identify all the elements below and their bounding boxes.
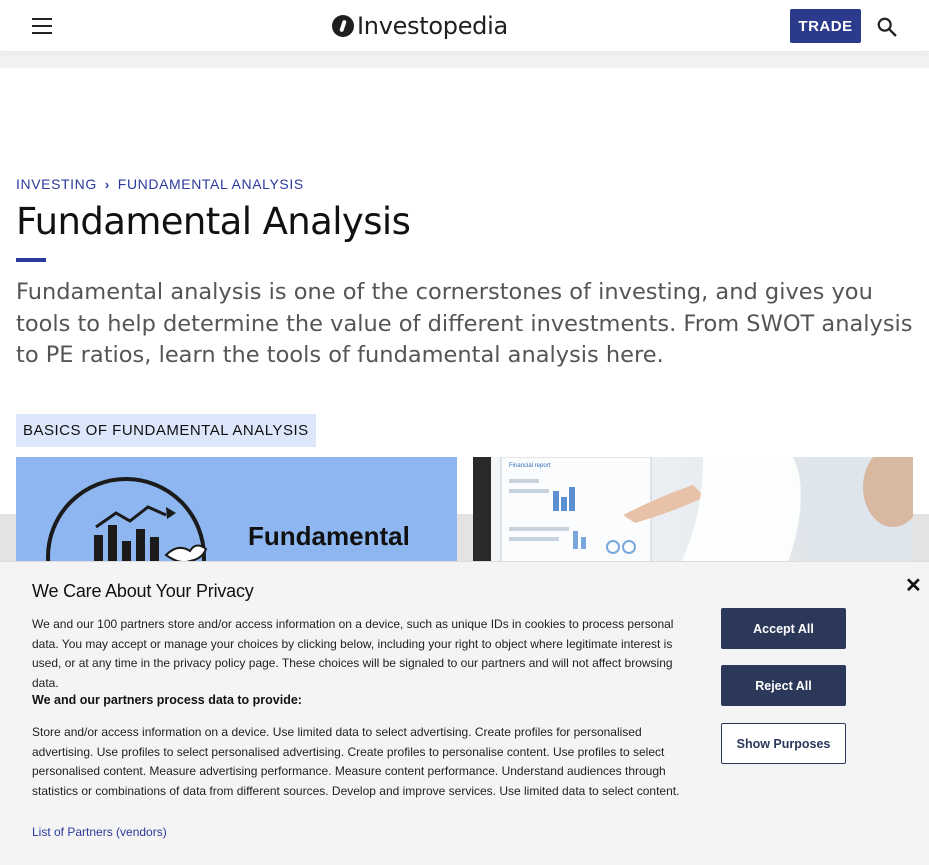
privacy-description: We and our 100 partners store and/or acc… — [32, 617, 674, 690]
site-header: Investopedia TRADE — [0, 0, 929, 52]
breadcrumb-investing[interactable]: INVESTING — [16, 176, 97, 192]
search-icon[interactable] — [876, 16, 898, 38]
trade-button[interactable]: TRADE — [790, 9, 861, 43]
article-card-image[interactable]: Financial report — [473, 457, 913, 577]
card-image-text: Financial report — [509, 463, 551, 469]
privacy-subheading: We and our partners process data to prov… — [32, 693, 302, 707]
breadcrumb-fundamental-analysis[interactable]: FUNDAMENTAL ANALYSIS — [118, 176, 304, 192]
logo-text: Investopedia — [357, 12, 508, 40]
partners-link[interactable]: List of Partners (vendors) — [32, 825, 167, 839]
chevron-right-icon: › — [104, 176, 110, 192]
reject-all-button[interactable]: Reject All — [721, 665, 846, 706]
privacy-banner: We Care About Your Privacy ✕ We and our … — [0, 561, 929, 865]
page-title: Fundamental Analysis — [16, 200, 411, 243]
privacy-purposes: Store and/or access information on a dev… — [32, 725, 680, 798]
privacy-title: We Care About Your Privacy — [32, 581, 254, 601]
header-divider-band — [0, 53, 929, 68]
accept-all-button[interactable]: Accept All — [721, 608, 846, 649]
article-card-image[interactable]: Fundamental — [16, 457, 457, 577]
fundamental-analysis-illustration: Fundamental — [16, 457, 457, 577]
breadcrumb: INVESTING › FUNDAMENTAL ANALYSIS — [16, 176, 304, 192]
financial-report-photo: Financial report — [473, 457, 913, 577]
logo-mark-icon — [332, 15, 354, 37]
close-icon[interactable]: ✕ — [905, 576, 922, 596]
menu-icon[interactable] — [30, 16, 54, 36]
site-logo[interactable]: Investopedia — [332, 11, 508, 41]
page-intro: Fundamental analysis is one of the corne… — [16, 279, 913, 368]
section-tag[interactable]: BASICS OF FUNDAMENTAL ANALYSIS — [16, 414, 316, 447]
title-underline — [16, 258, 46, 262]
show-purposes-button[interactable]: Show Purposes — [721, 723, 846, 764]
card-image-text: Fundamental — [248, 521, 410, 551]
